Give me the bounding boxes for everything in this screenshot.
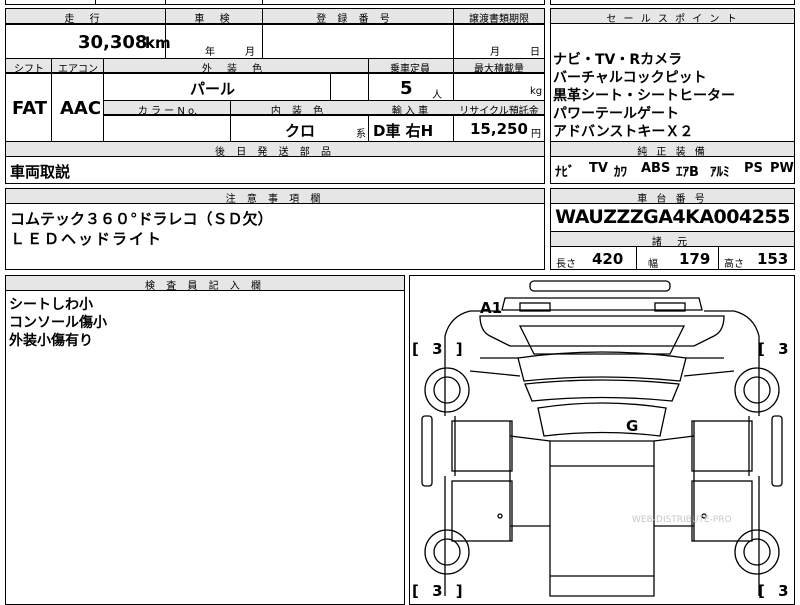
registration-label: 登 録 番 号: [316, 14, 394, 25]
height-label: 高さ: [724, 259, 744, 270]
max-load-unit: kg: [530, 86, 543, 97]
later-parts-value: 車両取説: [10, 163, 71, 181]
inspection-label: 車 検: [194, 14, 236, 25]
equip-item: ｱﾙﾐ: [710, 165, 730, 180]
transfer-label: 譲渡書類期限: [469, 14, 529, 25]
damage-mark-a1: A1: [480, 299, 503, 317]
mileage-value: 30,308: [78, 32, 148, 53]
equip-item: ｴｱB: [676, 165, 699, 180]
notes-line: コムテック３６０°ドラレコ（ＳＤ欠）: [10, 210, 273, 228]
inspector-line: コンソール傷小: [9, 315, 107, 331]
equip-item: PS: [744, 161, 763, 176]
inspection-year: 年: [205, 47, 215, 58]
sales-point-item: 黒革シート・シートヒーター: [553, 88, 735, 104]
tire-tread-tr: [ 3 ]: [758, 340, 800, 358]
later-parts-title: 後 日 発 送 部 品: [215, 147, 335, 158]
mileage-label: 走 行: [64, 14, 106, 25]
equip-item: TV: [589, 161, 608, 176]
genuine-equipment-title: 純 正 装 備: [637, 147, 708, 158]
equip-item: ABS: [641, 161, 671, 176]
length-label: 長さ: [556, 259, 576, 270]
sales-points-title: セ ー ル ス ポ イ ン ト: [606, 14, 739, 25]
tire-tread-br: [ 3 ]: [758, 582, 800, 600]
length-value: 420: [592, 250, 624, 268]
capacity-unit: 人: [432, 90, 442, 101]
capacity-value: 5: [400, 78, 413, 99]
equip-item: ﾅﾋﾞ: [555, 165, 575, 180]
interior-color-value: クロ: [285, 122, 316, 140]
sales-point-item: パワーテールゲート: [553, 106, 679, 122]
vehicle-info-grid: [5, 8, 545, 142]
vin-value: WAUZZZGA4KA004255: [555, 206, 790, 228]
damage-mark-g: G: [626, 417, 639, 435]
specs-title: 諸 元: [651, 237, 694, 248]
car-diagram: [421, 280, 783, 597]
ac-value: AAC: [60, 98, 102, 119]
vin-title: 車 台 番 号: [637, 194, 708, 205]
inspection-month: 月: [245, 47, 255, 58]
equip-item: ｶﾜ: [614, 165, 627, 180]
transfer-day: 日: [530, 47, 540, 58]
interior-color-suffix: 系: [356, 129, 366, 140]
exterior-color-value: パール: [190, 80, 236, 98]
recycle-unit: 円: [531, 129, 541, 140]
tire-tread-tl: [ 3 ]: [412, 340, 467, 358]
inspector-line: シートしわ小: [9, 297, 93, 313]
watermark: WEB-DISTRIBUTE-PRO: [632, 515, 732, 525]
mileage-unit: km: [145, 34, 171, 52]
equip-item: PW: [770, 161, 794, 176]
notes-line: ＬＥＤヘッドライト: [10, 230, 164, 248]
notes-title: 注 意 事 項 欄: [225, 194, 325, 205]
inspector-line: 外装小傷有り: [9, 333, 93, 349]
sales-point-item: ナビ・TV・Rカメラ: [553, 52, 683, 68]
sales-point-item: アドバンストキーＸ２: [553, 124, 694, 140]
height-value: 153: [757, 250, 789, 268]
top-strip: [5, 0, 545, 5]
inspector-title: 検 査 員 記 入 欄: [145, 281, 265, 292]
transfer-month: 月: [490, 47, 500, 58]
width-value: 179: [679, 250, 711, 268]
sales-point-item: バーチャルコックピット: [553, 70, 707, 86]
shift-value: FAT: [12, 98, 48, 119]
tire-tread-bl: [ 3 ]: [412, 582, 467, 600]
import-value: D車 右H: [373, 122, 434, 140]
recycle-value: 15,250: [470, 120, 528, 138]
width-label: 幅: [648, 259, 658, 270]
